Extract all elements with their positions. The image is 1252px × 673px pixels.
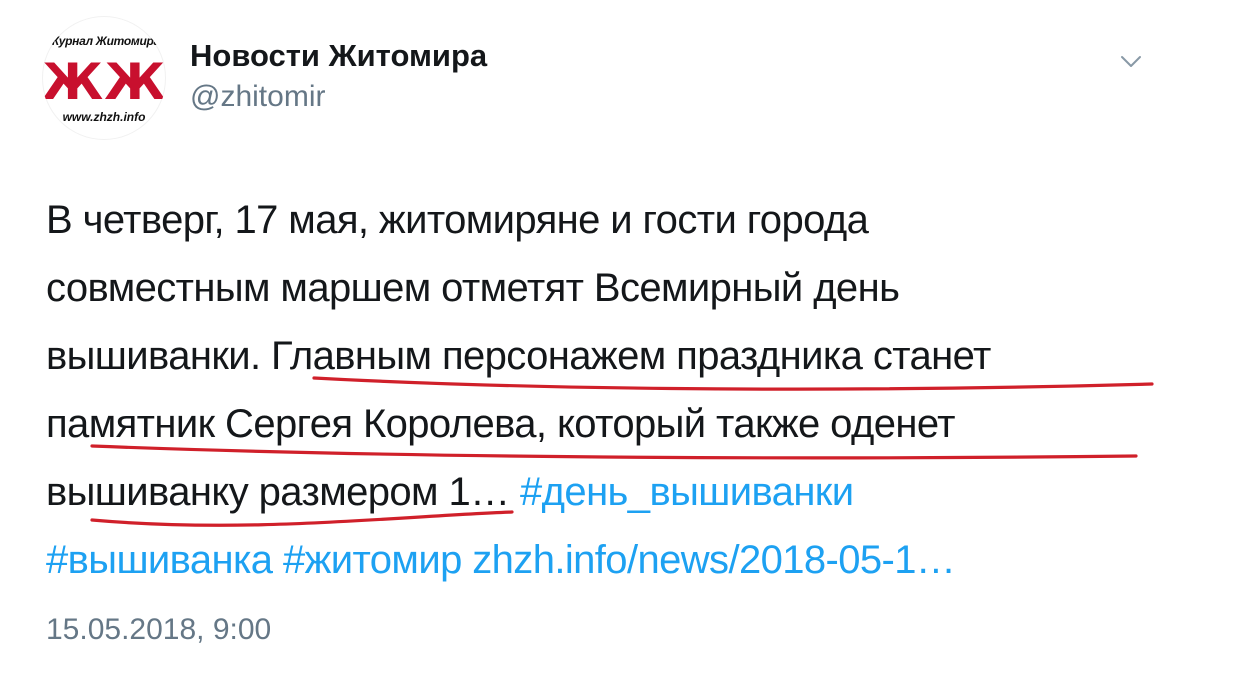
avatar-logo-mark: ЖЖ	[42, 53, 166, 111]
tweet-text: В четверг, 17 мая, житомиряне и гости го…	[46, 186, 1216, 594]
tweet-line: вышиванку размером 1… #день_вышиванки	[46, 458, 1216, 526]
tweet-line-text: В четверг, 17 мая, житомиряне и гости го…	[46, 198, 869, 242]
hashtag-link-den-vyshivanki[interactable]: #день_вышиванки	[520, 470, 854, 514]
tweet-line-text: совместным маршем отметят Всемирный день	[46, 266, 900, 310]
avatar[interactable]: Журнал Житомира ЖЖ www.zhzh.info	[42, 16, 166, 140]
url-link[interactable]: zhzh.info/news/2018-05-1…	[472, 538, 956, 582]
tweet-line: совместным маршем отметят Всемирный день	[46, 254, 1216, 322]
chevron-down-icon[interactable]	[1116, 46, 1146, 76]
hashtag-link-vyshivanka[interactable]: #вышиванка	[46, 538, 273, 582]
avatar-top-text: Журнал Житомира	[48, 34, 160, 48]
avatar-bottom-text: www.zhzh.info	[62, 110, 146, 124]
tweet-line: #вышиванка #житомир zhzh.info/news/2018-…	[46, 526, 1216, 594]
tweet-line-text: памятник Сергея Королева, который также …	[46, 402, 955, 446]
tweet-line-text: вышиванки. Главным персонажем праздника …	[46, 334, 991, 378]
display-name[interactable]: Новости Житомира	[190, 36, 487, 76]
tweet-line-text: вышиванку размером 1…	[46, 470, 521, 514]
account-handle[interactable]: @zhitomir	[190, 78, 325, 116]
tweet-line: памятник Сергея Королева, который также …	[46, 390, 1216, 458]
tweet-line: вышиванки. Главным персонажем праздника …	[46, 322, 1216, 390]
tweet-line: В четверг, 17 мая, житомиряне и гости го…	[46, 186, 1216, 254]
hashtag-link-zhitomir[interactable]: #житомир	[283, 538, 462, 582]
tweet-timestamp[interactable]: 15.05.2018, 9:00	[46, 610, 271, 650]
